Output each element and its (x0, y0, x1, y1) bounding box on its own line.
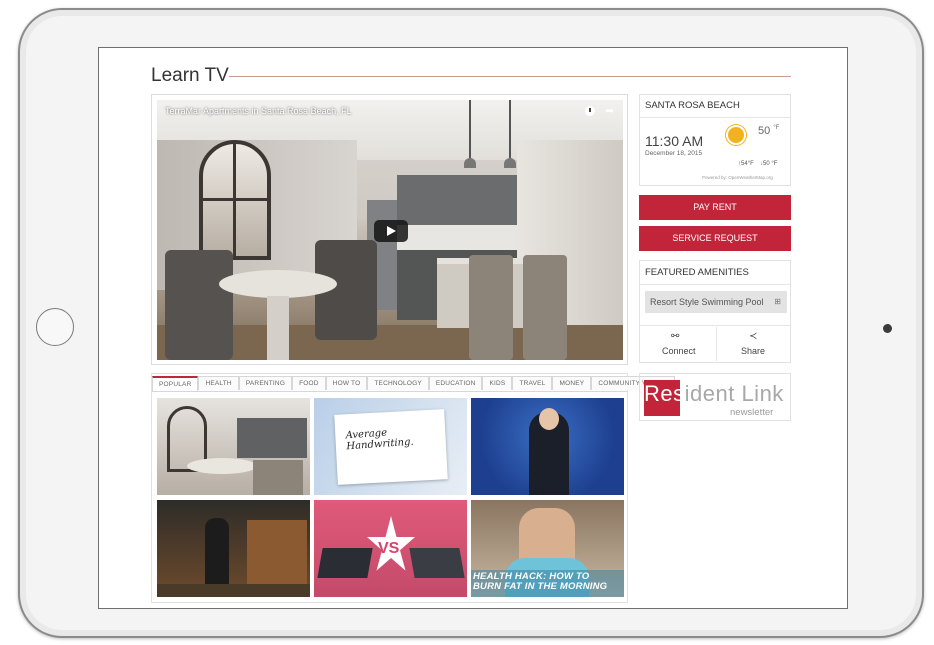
connect-icon[interactable]: ⚯ (671, 331, 679, 342)
weather-date: December 18, 2015 (645, 150, 703, 157)
thumbnail-laptop (409, 548, 465, 578)
thumbnail-speaker-head (539, 408, 559, 430)
pay-rent-button[interactable]: PAY RENT (639, 195, 791, 220)
expand-icon[interactable]: ⊞ (774, 291, 781, 313)
video-frame-pendant-shade (504, 158, 516, 168)
weather-divider (640, 117, 790, 118)
weather-city: SANTA ROSA BEACH (645, 100, 740, 111)
thumbnail-person (205, 518, 229, 588)
amenity-label: Resort Style Swimming Pool (650, 297, 764, 307)
video-thumbnail[interactable] (471, 398, 624, 495)
tab-food[interactable]: FOOD (292, 376, 326, 390)
tab-money[interactable]: MONEY (552, 376, 592, 390)
video-frame-stool (469, 255, 513, 360)
video-thumbnail[interactable] (157, 500, 310, 597)
tab-popular[interactable]: POPULAR (152, 376, 199, 391)
connect-button[interactable]: Connect (662, 346, 696, 356)
video-frame-pendant (509, 100, 511, 160)
video-thumbnail[interactable]: VS (314, 500, 467, 597)
tab-how-to[interactable]: HOW TO (325, 376, 368, 390)
thumbnail-laptop (317, 548, 373, 578)
resident-link-subtitle: newsletter (730, 407, 774, 418)
video-thumbnail[interactable]: HEALTH HACK: HOW TO BURN FAT IN THE MORNI… (471, 500, 624, 597)
video-thumbnail[interactable] (157, 398, 310, 495)
amenities-title: FEATURED AMENITIES (645, 267, 749, 278)
amenities-divider (640, 325, 790, 326)
weather-widget: SANTA ROSA BEACH 11:30 AM December 18, 2… (639, 94, 791, 186)
video-frame-pendant-shade (464, 158, 476, 168)
weather-low: ↓50 °F (760, 161, 778, 167)
thumbnail-floor (157, 584, 310, 597)
tab-education[interactable]: EDUCATION (428, 376, 483, 390)
share-arrow-icon[interactable]: ➦ (605, 104, 614, 117)
tab-travel[interactable]: TRAVEL (512, 376, 553, 390)
service-request-button[interactable]: SERVICE REQUEST (639, 226, 791, 251)
tab-health[interactable]: HEALTH (198, 376, 239, 390)
amenity-item[interactable]: Resort Style Swimming Pool ⊞ (645, 291, 787, 313)
featured-amenities: FEATURED AMENITIES Resort Style Swimming… (639, 260, 791, 363)
video-title[interactable]: TerraMar Apartments in Santa Rosa Beach,… (165, 106, 352, 116)
video-frame-mirror-bar (233, 144, 236, 260)
video-player[interactable]: TerraMar Apartments in Santa Rosa Beach,… (157, 100, 623, 360)
thumbnail-cabinets (237, 418, 307, 458)
video-frame-mirror-bar (203, 198, 267, 201)
weather-attribution[interactable]: Powered by: OpenWeatherMap.org (702, 175, 773, 180)
resident-link-logo: Resident Link (644, 381, 784, 406)
video-frame-chair (165, 250, 233, 360)
home-button[interactable] (36, 308, 74, 346)
resident-link-banner[interactable]: Resident Link newsletter (639, 373, 791, 421)
weather-time: 11:30 AM (645, 133, 704, 149)
title-divider (229, 76, 791, 77)
share-icon[interactable]: ≺ (749, 331, 757, 342)
video-frame-table (219, 270, 337, 298)
video-category-panel: POPULAR HEALTH PARENTING FOOD HOW TO TEC… (151, 373, 675, 603)
watch-later-icon[interactable] (585, 106, 595, 116)
tab-divider (152, 391, 627, 392)
video-thumbnail[interactable]: Average Handwriting. (314, 398, 467, 495)
video-frame-table-leg (267, 296, 289, 360)
video-frame-pendant (469, 100, 471, 160)
tab-technology[interactable]: TECHNOLOGY (367, 376, 429, 390)
tab-kids[interactable]: KIDS (482, 376, 513, 390)
page-title: Learn TV (151, 65, 229, 86)
camera-icon (883, 324, 892, 333)
video-frame-cabinets (397, 175, 517, 225)
thumbnail-handwriting: Average Handwriting. (345, 427, 414, 453)
sun-icon (728, 127, 744, 143)
tab-parenting[interactable]: PARENTING (238, 376, 293, 390)
thumbnail-vs-text: VS (378, 540, 400, 557)
thumbnail-stools (253, 460, 303, 495)
weather-high: ↑54°F (738, 161, 754, 167)
video-player-container: TerraMar Apartments in Santa Rosa Beach,… (151, 94, 628, 365)
thumbnail-table (187, 458, 257, 474)
screen: Learn TV TerraMar Apartments in Santa Ro… (98, 47, 848, 609)
amenities-vertical-divider (716, 327, 717, 361)
play-button[interactable] (374, 220, 408, 242)
share-button[interactable]: Share (741, 346, 765, 356)
amenities-divider (640, 284, 790, 285)
video-frame-stool (523, 255, 567, 360)
thumbnail-caption: HEALTH HACK: HOW TO BURN FAT IN THE MORNI… (473, 571, 608, 592)
weather-temperature: 50 °F (758, 125, 780, 137)
category-tabs: POPULAR HEALTH PARENTING FOOD HOW TO TEC… (152, 376, 675, 391)
